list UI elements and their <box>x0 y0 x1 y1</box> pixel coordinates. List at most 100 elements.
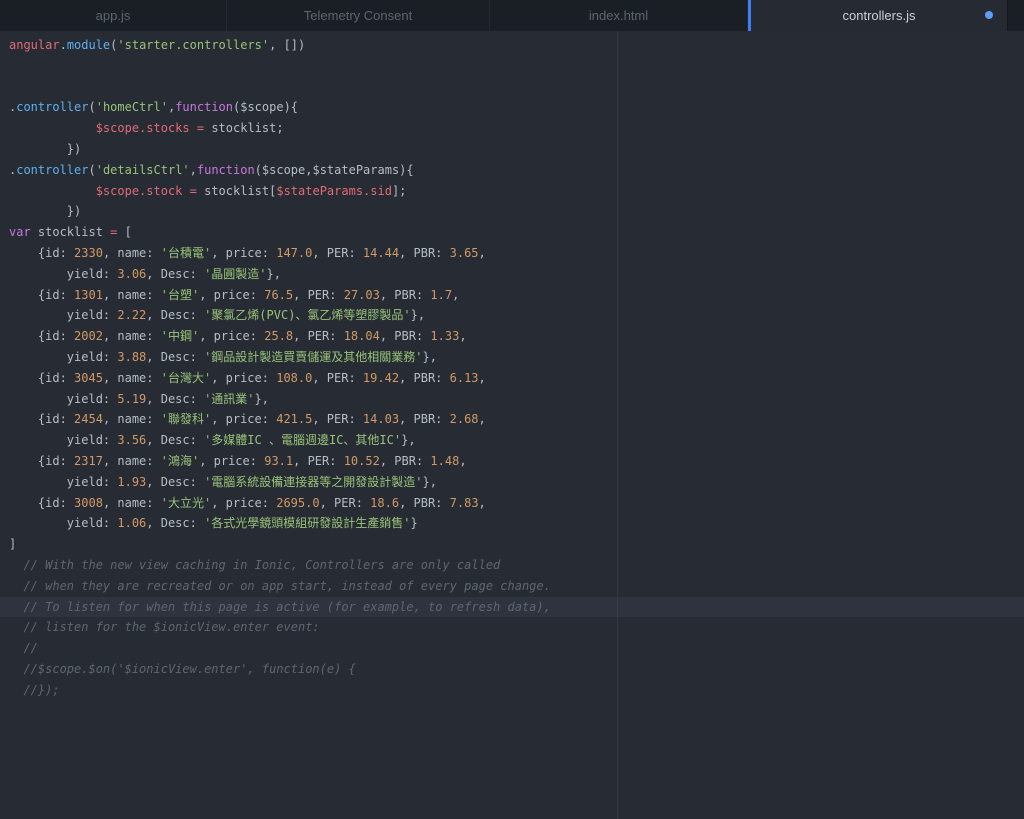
code-token-string: '大立光' <box>160 495 212 510</box>
code-token-plain: yield: <box>9 308 118 323</box>
code-token-plain: , PER: <box>312 412 363 427</box>
code-token-string: '鴻海' <box>160 453 200 468</box>
code-line-19[interactable]: {id: 2454, name: '聯發科', price: 421.5, PE… <box>0 409 1024 430</box>
code-token-plain: , <box>478 370 486 385</box>
code-token-variable: $stateParams.sid <box>276 183 392 198</box>
code-token-plain: , []) <box>269 38 306 52</box>
code-line-23[interactable]: {id: 3008, name: '大立光', price: 2695.0, P… <box>0 493 1024 514</box>
tab-telemetry-consent[interactable]: Telemetry Consent <box>227 0 490 31</box>
code-token-plain: , PBR: <box>399 495 450 510</box>
tab-label: controllers.js <box>842 8 916 23</box>
code-line-7[interactable]: .controller('detailsCtrl',function($scop… <box>0 160 1024 181</box>
code-line-18[interactable]: yield: 5.19, Desc: '通訊業'}, <box>0 389 1024 410</box>
code-line-14[interactable]: yield: 2.22, Desc: '聚氯乙烯(PVC)、氯乙烯等塑膠製品'}… <box>0 305 1024 326</box>
code-line-4[interactable]: .controller('homeCtrl',function($scope){ <box>0 97 1024 118</box>
code-token-number: 2.68 <box>449 412 479 427</box>
code-token-plain: , Desc: <box>146 391 205 406</box>
code-token-number: 3008 <box>74 495 103 510</box>
code-line-9[interactable]: }) <box>0 201 1024 222</box>
code-token-plain: , price: <box>211 495 277 510</box>
code-token-plain: {id: <box>9 495 75 510</box>
tab-controllers-js[interactable]: controllers.js <box>748 0 1008 31</box>
code-token-plain: yield: <box>9 474 118 489</box>
code-line-31[interactable]: //$scope.$on('$ionicView.enter', functio… <box>0 659 1024 680</box>
unsaved-changes-dot-icon[interactable] <box>985 11 993 19</box>
code-token-plain: , price: <box>211 370 277 385</box>
code-token-number: 7.83 <box>449 495 479 510</box>
code-line-12[interactable]: yield: 3.06, Desc: '晶圓製造'}, <box>0 264 1024 285</box>
code-token-string: 'starter.controllers' <box>117 38 270 52</box>
code-line-30[interactable]: // <box>0 638 1024 659</box>
code-line-21[interactable]: {id: 2317, name: '鴻海', price: 93.1, PER:… <box>0 451 1024 472</box>
code-token-plain: }, <box>401 433 416 448</box>
code-line-28[interactable]: // To listen for when this page is activ… <box>0 596 1024 618</box>
code-line-6[interactable]: }) <box>0 139 1024 160</box>
code-line-10[interactable]: var stocklist = [ <box>0 222 1024 243</box>
code-editor[interactable]: angular.module ('starter.controllers', []… <box>0 31 1024 819</box>
code-token-string: '電腦系統設備連接器等之開發設計製造' <box>204 474 423 489</box>
code-token-plain: , <box>452 287 460 302</box>
code-token-plain: [ <box>117 225 132 240</box>
code-token-plain: ( <box>88 100 96 115</box>
code-token-number: 93.1 <box>264 453 294 468</box>
code-line-27[interactable]: // when they are recreated or on app sta… <box>0 576 1024 597</box>
code-token-plain: , Desc: <box>146 349 205 364</box>
code-line-15[interactable]: {id: 2002, name: '中鋼', price: 25.8, PER:… <box>0 326 1024 347</box>
code-token-plain: }, <box>422 474 437 489</box>
code-token-plain: , PER: <box>293 329 344 344</box>
code-token-plain: ($scope,$stateParams){ <box>254 162 414 177</box>
code-token-string: '聚氯乙烯(PVC)、氯乙烯等塑膠製品' <box>204 308 411 323</box>
code-line-26[interactable]: // With the new view caching in Ionic, C… <box>0 555 1024 576</box>
code-line-25[interactable]: ] <box>0 534 1024 555</box>
code-token-number: 1301 <box>74 287 103 302</box>
code-token-number: 5.19 <box>117 391 147 406</box>
tab-index-html[interactable]: index.html <box>490 0 748 31</box>
code-token-number: 25.8 <box>264 329 294 344</box>
code-line-32[interactable]: //}); <box>0 680 1024 701</box>
code-token-plain: , PER: <box>312 370 363 385</box>
code-line-3[interactable] <box>0 77 1024 98</box>
code-token-plain: stocklist; <box>204 121 284 136</box>
code-token-plain: }, <box>254 391 269 406</box>
code-line-29[interactable]: // listen for the $ionicView.enter event… <box>0 617 1024 638</box>
code-token-comment: // <box>9 641 38 656</box>
code-token-plain: yield: <box>9 433 118 448</box>
code-token-plain: ($scope){ <box>233 100 299 115</box>
code-token-number: 10.52 <box>343 453 380 468</box>
tab-label: index.html <box>588 8 649 23</box>
code-line-8[interactable]: $scope.stock = stocklist[$stateParams.si… <box>0 181 1024 202</box>
code-token-plain: {id: <box>9 287 75 302</box>
code-line-13[interactable]: {id: 1301, name: '台塑', price: 76.5, PER:… <box>0 285 1024 306</box>
code-token-keyword: var <box>9 225 31 240</box>
code-token-plain: {id: <box>9 412 75 427</box>
code-token-comment: // listen for the $ionicView.enter event… <box>9 620 320 635</box>
code-line-22[interactable]: yield: 1.93, Desc: '電腦系統設備連接器等之開發設計製造'}, <box>0 472 1024 493</box>
code-token-keyword: function <box>175 100 233 115</box>
code-line-11[interactable]: {id: 2330, name: '台積電', price: 147.0, PE… <box>0 243 1024 264</box>
code-token-property: controller <box>16 162 89 177</box>
code-token-string: '聯發科' <box>160 412 212 427</box>
code-token-plain: }) <box>9 204 82 219</box>
code-token-variable: $scope.stock <box>95 183 183 198</box>
code-token-number: 1.7 <box>430 287 453 302</box>
code-token-plain: , name: <box>102 245 161 260</box>
code-token-number: 3.88 <box>117 349 147 364</box>
code-token-comment: // when they are recreated or on app sta… <box>9 578 551 593</box>
code-line-16[interactable]: yield: 3.88, Desc: '鋼品設計製造買賣儲運及其他相關業務'}, <box>0 347 1024 368</box>
code-line-1[interactable]: angular.module('starter.controllers', []… <box>0 35 1024 56</box>
tab-app-js[interactable]: app.js <box>0 0 227 31</box>
code-line-5[interactable]: $scope.stocks = stocklist; <box>0 118 1024 139</box>
code-token-plain: , name: <box>102 412 161 427</box>
code-token-plain: , Desc: <box>146 433 205 448</box>
code-token-number: 14.44 <box>362 245 400 260</box>
code-line-17[interactable]: {id: 3045, name: '台灣大', price: 108.0, PE… <box>0 368 1024 389</box>
code-token-plain: }, <box>410 308 426 323</box>
code-token-string: '晶圓製造' <box>204 266 267 281</box>
code-token-number: 27.03 <box>343 287 380 302</box>
code-token-plain: , PBR: <box>379 287 431 302</box>
code-line-20[interactable]: yield: 3.56, Desc: '多媒體IC 、電腦週邊IC、其他IC'}… <box>0 430 1024 451</box>
code-token-number: 2317 <box>74 453 103 468</box>
code-line-2[interactable] <box>0 56 1024 77</box>
code-line-24[interactable]: yield: 1.06, Desc: '各式光學鏡頭模組研發設計生產銷售'} <box>0 513 1024 534</box>
code-token-number: 2.22 <box>117 308 147 323</box>
